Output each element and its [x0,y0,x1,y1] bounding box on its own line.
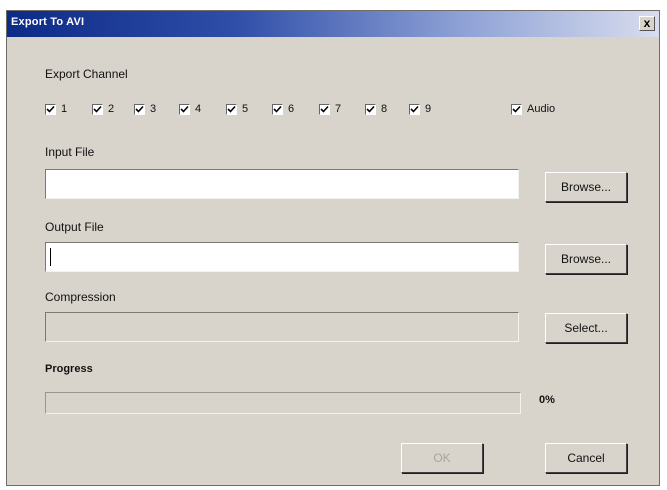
text-caret [50,248,51,266]
checkmark-icon [319,103,330,115]
checkmark-icon [45,103,56,115]
channel-6-checkbox[interactable]: 6 [272,101,294,117]
channel-5-checkbox[interactable]: 5 [226,101,248,117]
input-browse-button[interactable]: Browse... [545,172,627,202]
checkmark-icon [272,103,283,115]
checkmark-icon [511,103,522,115]
close-button[interactable]: x [639,16,655,31]
checkmark-icon [226,103,237,115]
output-file-label: Output File [45,220,104,234]
progress-percent: 0% [539,394,555,406]
audio-label: Audio [527,103,556,115]
compression-select-button[interactable]: Select... [545,313,627,343]
title-bar[interactable]: Export To AVI x [7,11,659,37]
channel-3-label: 3 [150,103,157,115]
checkmark-icon [92,103,103,115]
channel-7-label: 7 [335,103,342,115]
progress-bar [45,392,521,414]
input-file-label: Input File [45,145,95,159]
channel-4-checkbox[interactable]: 4 [179,101,201,117]
channel-6-label: 6 [288,103,295,115]
channel-1-label: 1 [61,103,68,115]
channel-4-label: 4 [195,103,202,115]
ok-button[interactable]: OK [401,443,483,473]
checkmark-icon [179,103,190,115]
checkmark-icon [134,103,145,115]
close-icon: x [643,16,651,30]
channel-5-label: 5 [242,103,249,115]
channel-9-label: 9 [425,103,432,115]
dialog-title: Export To AVI [11,16,85,28]
audio-checkbox[interactable]: Audio [511,101,555,117]
channel-8-label: 8 [381,103,388,115]
channel-9-checkbox[interactable]: 9 [409,101,431,117]
cancel-button[interactable]: Cancel [545,443,627,473]
output-file-field[interactable] [45,242,519,272]
channel-8-checkbox[interactable]: 8 [365,101,387,117]
channel-7-checkbox[interactable]: 7 [319,101,341,117]
channel-2-checkbox[interactable]: 2 [92,101,114,117]
page: Export To AVI x Export Channel 1 2 3 4 5… [0,0,667,490]
checkmark-icon [365,103,376,115]
export-to-avi-dialog: Export To AVI x Export Channel 1 2 3 4 5… [6,10,660,486]
output-browse-button[interactable]: Browse... [545,244,627,274]
input-file-field[interactable] [45,169,519,199]
channel-3-checkbox[interactable]: 3 [134,101,156,117]
compression-field [45,312,519,342]
progress-label: Progress [45,363,93,375]
channel-1-checkbox[interactable]: 1 [45,101,67,117]
compression-label: Compression [45,290,116,304]
export-channel-label: Export Channel [45,67,128,81]
channel-2-label: 2 [108,103,115,115]
checkmark-icon [409,103,420,115]
